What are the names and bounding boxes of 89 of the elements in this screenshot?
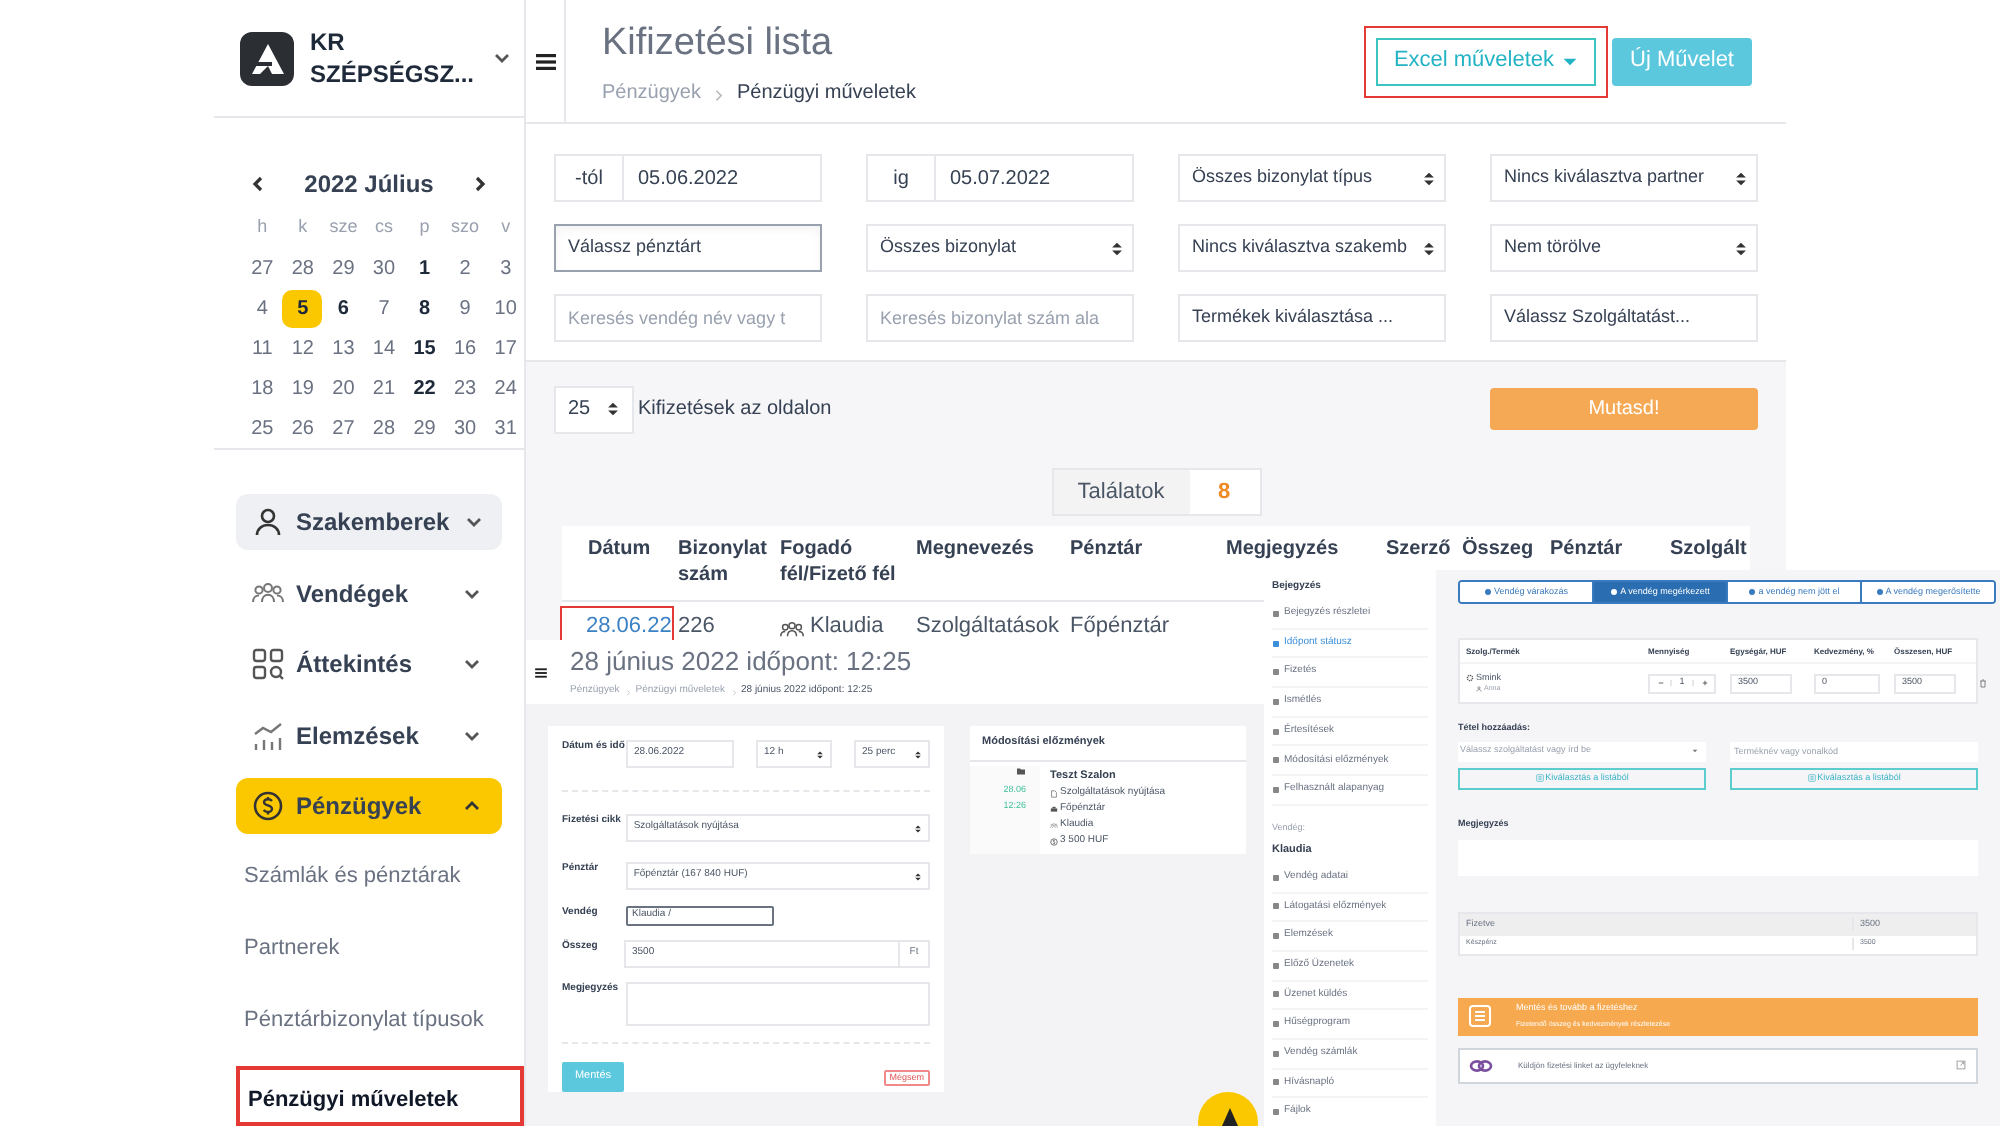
select-field[interactable]: Nem törölve (1490, 224, 1758, 272)
prefix-label: -tól (556, 156, 624, 200)
picker-field[interactable]: Válassz pénztárt (554, 224, 822, 272)
calendar-day[interactable]: 29 (404, 409, 445, 447)
submenu-item[interactable]: Pénzügyi műveletek (240, 1074, 459, 1126)
column-header: Pénztár (1070, 536, 1145, 562)
column-header: Fogadó fél/Fizető fél (780, 536, 898, 588)
calendar-day[interactable]: 2 (445, 249, 486, 287)
calendar-day[interactable]: 28 (282, 249, 323, 287)
calendar-day[interactable]: 20 (323, 369, 364, 407)
table-cell-text: Főpénztár (1070, 612, 1172, 643)
weekday-label: sze (327, 214, 360, 241)
weekday-label: v (499, 214, 513, 241)
date-link[interactable]: 28.06.22 (586, 610, 672, 644)
calendar-day[interactable]: 17 (485, 329, 526, 367)
table-cell-text: Klaudia (810, 612, 884, 643)
calendar-day[interactable]: 22 (404, 369, 445, 407)
results-count: 8 (1189, 470, 1259, 514)
column-header: Dátum (586, 536, 653, 562)
nav-item[interactable]: Elemzések (236, 707, 502, 763)
table-cell-text: 226 (678, 612, 717, 643)
select-field[interactable]: Nincs kiválasztva szakemb (1178, 224, 1446, 272)
weekday-label: h (255, 214, 270, 241)
per-page-select[interactable]: 25 (554, 385, 634, 433)
calendar-day[interactable]: 24 (485, 369, 526, 407)
nav-item[interactable]: Pénzügyek (236, 778, 502, 834)
calendar-day[interactable]: 26 (282, 409, 323, 447)
picker-field[interactable]: Termékek kiválasztása ... (1178, 294, 1446, 342)
calendar-day[interactable]: 30 (445, 409, 486, 447)
column-header: Szolgált (1670, 536, 1749, 562)
calendar-day[interactable]: 4 (242, 289, 283, 327)
calendar-day[interactable]: 12 (282, 329, 323, 367)
submenu-item[interactable]: Partnerek (214, 922, 340, 974)
calendar-day[interactable]: 23 (445, 369, 486, 407)
calendar-day[interactable]: 14 (363, 329, 404, 367)
select-field[interactable]: Nincs kiválasztva partner (1490, 154, 1758, 202)
column-header: Megnevezés (916, 536, 1036, 562)
calendar-day[interactable]: 7 (363, 289, 404, 327)
calendar-day[interactable]: 3 (485, 249, 526, 287)
calendar-day[interactable]: 28 (363, 409, 404, 447)
calendar-day[interactable]: 27 (323, 409, 364, 447)
picker-field[interactable]: Válassz Szolgáltatást... (1490, 294, 1758, 342)
breadcrumb-link[interactable]: Pénzügyi műveletek (736, 78, 916, 108)
calendar-day[interactable]: 11 (242, 329, 283, 367)
nav-item[interactable]: Áttekintés (236, 636, 502, 692)
weekday-label: k (296, 214, 310, 241)
column-header: Összeg (1462, 536, 1536, 562)
table-cell-text: Szolgáltatások (916, 612, 1062, 643)
calendar-day[interactable]: 15 (404, 329, 445, 367)
calendar-day[interactable]: 25 (242, 409, 283, 447)
column-header: Pénztár (1550, 536, 1625, 562)
calendar-day[interactable]: 8 (404, 289, 445, 327)
search-field[interactable]: Keresés vendég név vagy t (554, 294, 822, 342)
calendar-day[interactable]: 1 (404, 249, 445, 287)
submenu-item[interactable]: Számlák és pénztárak (214, 850, 461, 902)
search-field[interactable]: Keresés bizonylat szám ala (866, 294, 1134, 342)
per-page-label: Kifizetések az oldalon (638, 396, 832, 424)
calendar-day[interactable]: 19 (282, 369, 323, 407)
prefix-label: ig (868, 156, 936, 200)
column-header: Szerző (1386, 536, 1453, 562)
column-header: Bizonylat szám (678, 536, 769, 588)
calendar-day[interactable]: 6 (323, 289, 364, 327)
weekday-label: szo (449, 214, 482, 241)
date-field[interactable]: -tól 05.06.2022 (554, 154, 822, 202)
nav-item[interactable]: Vendégek (236, 565, 502, 621)
calendar-day[interactable]: 16 (445, 329, 486, 367)
results-label: Találatok (1075, 477, 1167, 508)
company-name: KR SZÉPSÉGSZ... (310, 26, 475, 90)
calendar-day[interactable]: 21 (363, 369, 404, 407)
calendar-day[interactable]: 31 (485, 409, 526, 447)
weekday-label: cs (372, 214, 395, 241)
weekday-label: p (417, 214, 432, 241)
page-title: Kifizetési lista (602, 22, 835, 66)
calendar-day[interactable]: 18 (242, 369, 283, 407)
select-field[interactable]: Összes bizonylat típus (1178, 154, 1446, 202)
calendar-day[interactable]: 10 (485, 289, 526, 327)
calendar-day[interactable]: 30 (363, 249, 404, 287)
calendar-day[interactable]: 5 (282, 289, 323, 327)
calendar-day[interactable]: 29 (323, 249, 364, 287)
page-title: 28 június 2022 időpont: 12:25 (570, 646, 912, 678)
calendar-day[interactable]: 13 (323, 329, 364, 367)
nav-item[interactable]: Szakemberek (236, 494, 502, 550)
submenu-item[interactable]: Pénztárbizonylat típusok (214, 994, 484, 1046)
calendar-day[interactable]: 9 (445, 289, 486, 327)
date-field[interactable]: ig 05.07.2022 (866, 154, 1134, 202)
select-field[interactable]: Összes bizonylat (866, 224, 1134, 272)
column-header: Megjegyzés (1226, 536, 1341, 562)
calendar-title: 2022 Július (304, 168, 434, 202)
calendar-day[interactable]: 27 (242, 249, 283, 287)
